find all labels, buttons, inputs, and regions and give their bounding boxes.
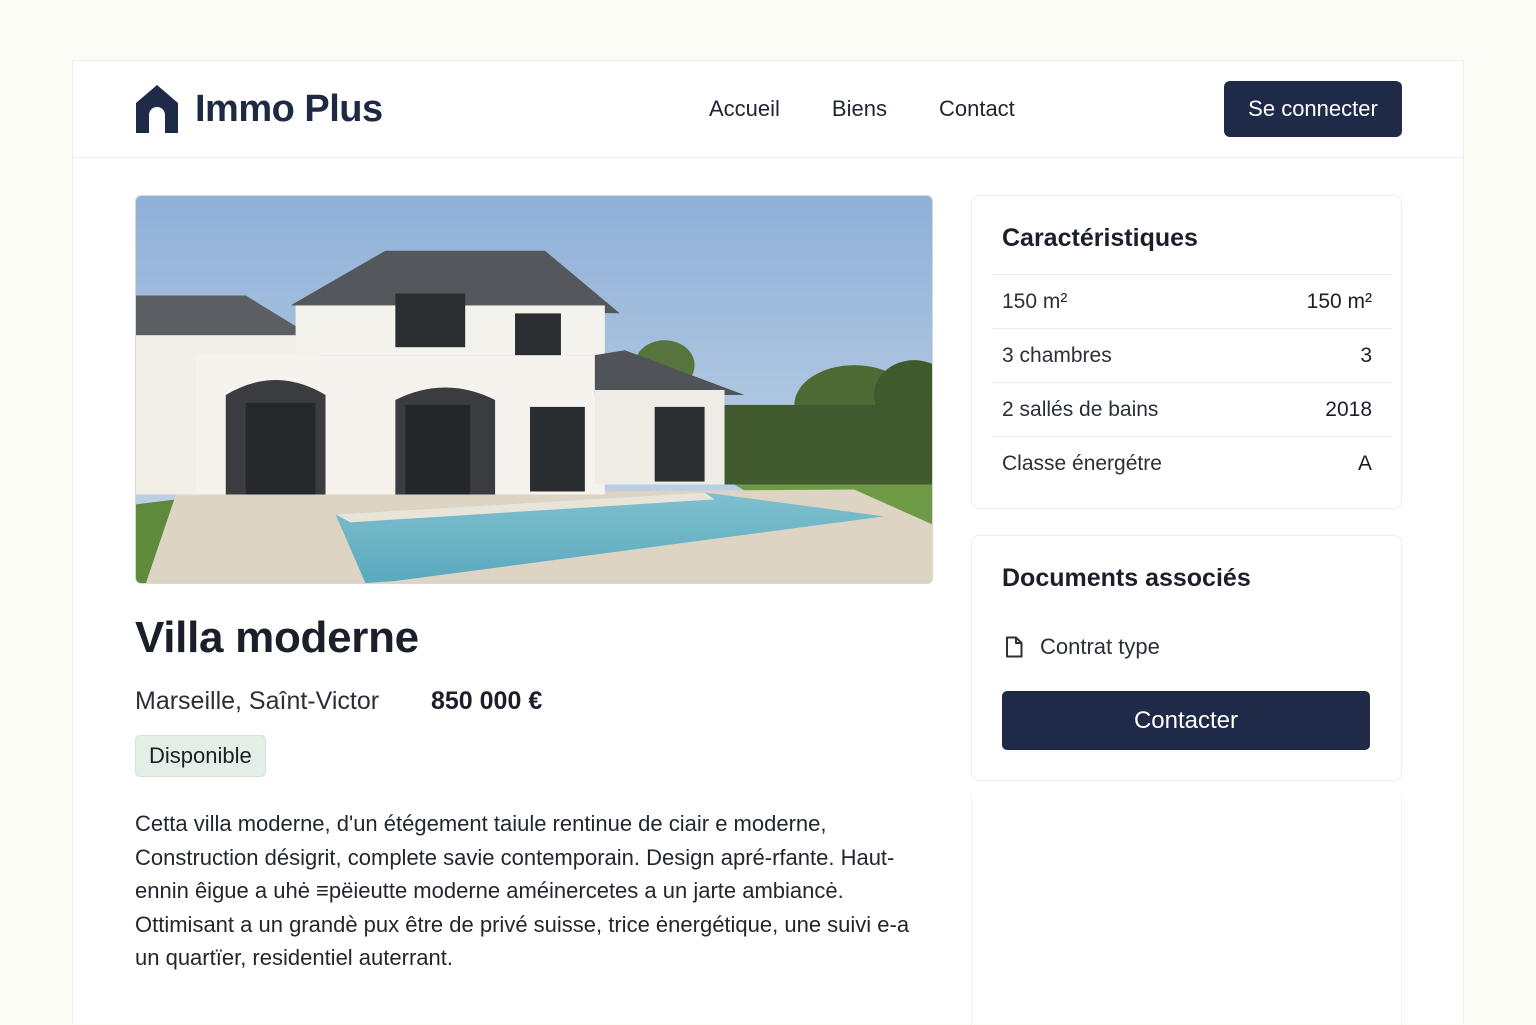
spec-value: 3 [1360, 343, 1372, 367]
spec-value: 150 m² [1306, 289, 1372, 313]
spec-row: 150 m² 150 m² [992, 274, 1392, 328]
spec-value: 2018 [1325, 397, 1372, 421]
site-header: Immo Plus Accueil Biens Contact Se conne… [73, 61, 1463, 158]
page-frame: Immo Plus Accueil Biens Contact Se conne… [72, 60, 1464, 1025]
nav-accueil[interactable]: Accueil [709, 95, 780, 123]
document-link-contrat[interactable]: Contrat type [1004, 634, 1160, 660]
property-photo [135, 195, 933, 584]
contact-button[interactable]: Contacter [1002, 691, 1370, 750]
brand-name: Immo Plus [195, 87, 383, 130]
spec-value: A [1357, 451, 1372, 475]
spec-row: Classe énergétre A [992, 436, 1392, 490]
property-price: 850 000 € [431, 687, 543, 715]
brand-logo[interactable]: Immo Plus [135, 81, 383, 137]
spec-label: 2 sallés de bains [1002, 397, 1159, 421]
document-label: Contrat type [1040, 634, 1160, 659]
spec-label: Classe énergétre [1002, 451, 1162, 475]
specs-title: Caractéristiques [1002, 224, 1198, 252]
specs-card: Caractéristiques 150 m² 150 m² 3 chambre… [971, 195, 1402, 509]
login-button[interactable]: Se connecter [1224, 81, 1402, 137]
spec-row: 2 sallés de bains 2018 [992, 382, 1392, 436]
documents-title: Documents associés [1002, 564, 1251, 592]
document-icon [1006, 636, 1023, 658]
sidebar-empty-panel [971, 794, 1402, 1025]
house-icon [136, 85, 178, 133]
property-location: Marseille, Saînt-Victor [135, 687, 380, 715]
main-nav: Accueil Biens Contact [709, 95, 1015, 123]
spec-label: 3 chambres [1002, 343, 1112, 367]
nav-contact[interactable]: Contact [939, 95, 1015, 123]
spec-label: 150 m² [1002, 289, 1068, 313]
spec-row: 3 chambres 3 [992, 328, 1392, 382]
documents-card: Documents associés Contrat type Contacte… [971, 535, 1402, 781]
property-description: Cetta villa moderne, d'un étégement taiu… [135, 811, 910, 970]
property-title: Villa moderne [135, 613, 419, 662]
nav-biens[interactable]: Biens [832, 95, 887, 123]
status-badge: Disponible [135, 735, 266, 777]
specs-list: 150 m² 150 m² 3 chambres 3 2 sallés de b… [992, 274, 1392, 490]
